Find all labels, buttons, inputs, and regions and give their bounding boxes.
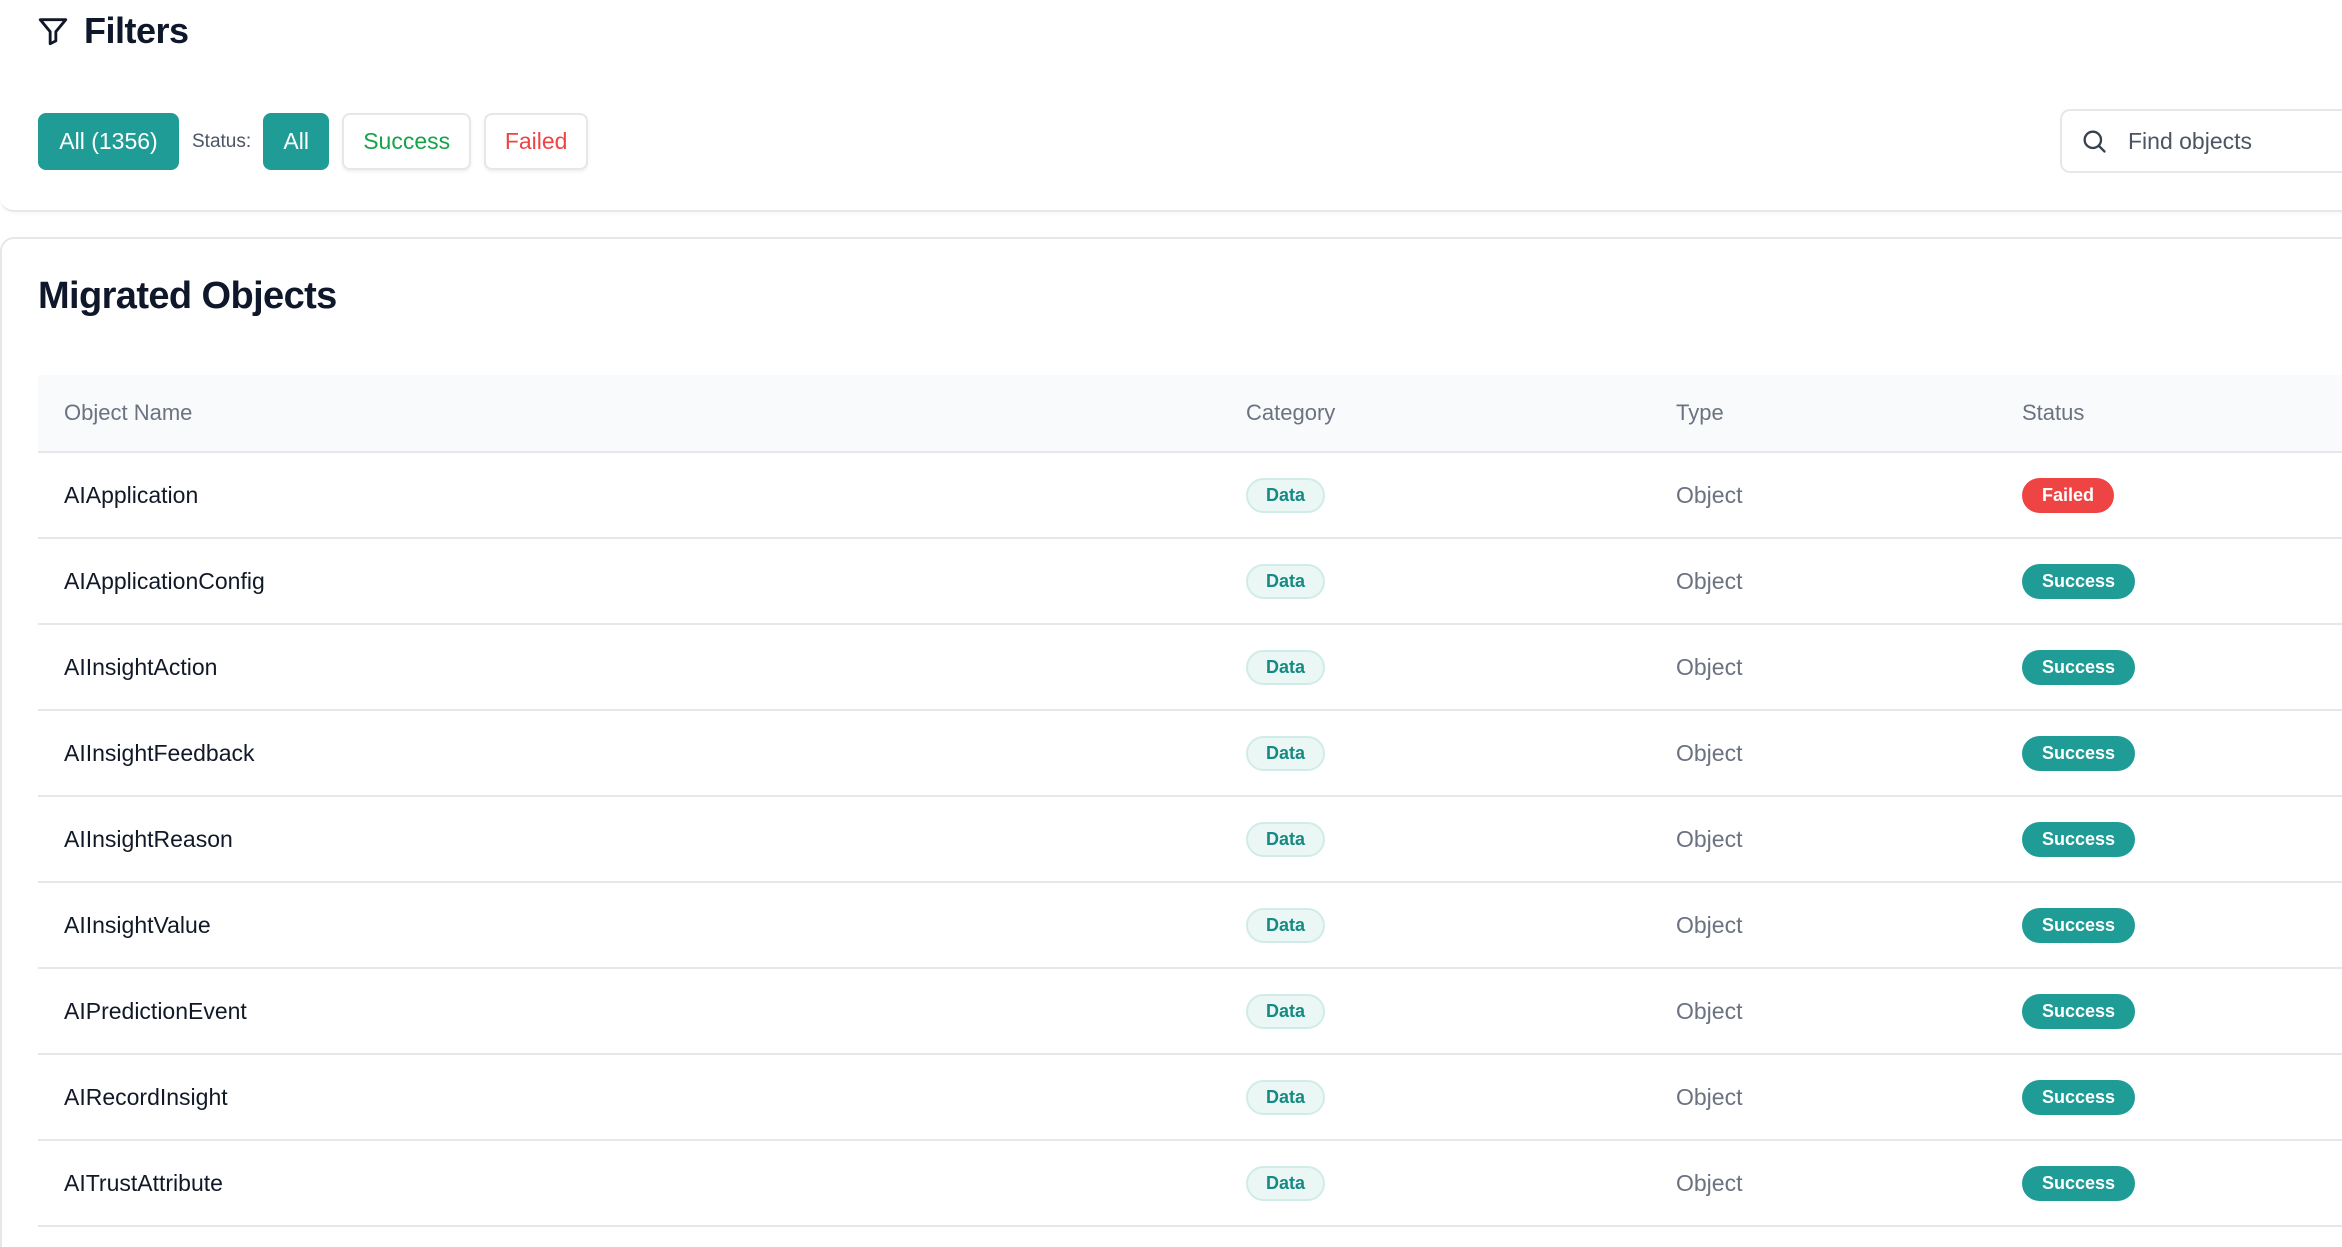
category-badge: Data [1246, 563, 1326, 599]
search-box [2060, 109, 2342, 173]
section-title: Migrated Objects [38, 275, 337, 317]
filters-title: Filters [84, 10, 189, 51]
object-name-cell: AIInsightFeedback [38, 710, 1246, 797]
column-header-status[interactable]: Status [2022, 375, 2342, 453]
category-badge: Data [1246, 993, 1326, 1029]
migrated-objects-panel: Migrated Objects Object Name Category Ty… [0, 237, 2342, 1247]
status-badge-success: Success [2022, 1079, 2136, 1115]
category-badge: Data [1246, 821, 1326, 857]
status-failed-button[interactable]: Failed [484, 113, 589, 170]
object-name-cell: AIInsightReason [38, 796, 1246, 883]
object-name-cell: AITrustAttribute [38, 1140, 1246, 1227]
status-badge-success: Success [2022, 993, 2136, 1029]
table-header-row: Object Name Category Type Status [38, 375, 2342, 453]
object-name-cell: AIRecordInsight [38, 1054, 1246, 1141]
table-row[interactable]: AIInsightValue Data Object Success [38, 882, 2342, 969]
status-badge-failed: Failed [2022, 477, 2115, 513]
filter-bar: All (1356) Status: All Success Failed [38, 113, 589, 170]
type-cell: Object [1676, 1054, 2022, 1141]
object-name-cell: AIPredictionEvent [38, 968, 1246, 1055]
category-badge: Data [1246, 735, 1326, 771]
filter-icon [38, 18, 68, 46]
status-badge-success: Success [2022, 649, 2136, 685]
search-input[interactable] [2126, 126, 2342, 156]
object-name-cell: AIInsightAction [38, 624, 1246, 711]
object-name-cell: AIApplicationConfig [38, 538, 1246, 625]
table-row[interactable]: AIInsightFeedback Data Object Success [38, 710, 2342, 797]
table-row[interactable]: AIApplicationConfig Data Object Success [38, 538, 2342, 625]
column-header-type[interactable]: Type [1676, 375, 2022, 453]
column-header-object-name[interactable]: Object Name [38, 375, 1246, 453]
objects-table: Object Name Category Type Status AIAppli… [38, 375, 2342, 1227]
table-row[interactable]: AIRecordInsight Data Object Success [38, 1054, 2342, 1141]
status-badge-success: Success [2022, 1165, 2136, 1201]
type-cell: Object [1676, 624, 2022, 711]
type-cell: Object [1676, 968, 2022, 1055]
category-badge: Data [1246, 907, 1326, 943]
type-cell: Object [1676, 538, 2022, 625]
category-badge: Data [1246, 1165, 1326, 1201]
type-cell: Object [1676, 452, 2022, 539]
table-row[interactable]: AIApplication Data Object Failed [38, 452, 2342, 539]
filters-header: Filters [36, 10, 189, 52]
type-cell: Object [1676, 882, 2022, 969]
status-all-button[interactable]: All [263, 113, 330, 170]
search-icon [2083, 130, 2106, 153]
object-name-cell: AIApplication [38, 452, 1246, 539]
table-row[interactable]: AIInsightReason Data Object Success [38, 796, 2342, 883]
category-badge: Data [1246, 1079, 1326, 1115]
object-name-cell: AIInsightValue [38, 882, 1246, 969]
category-badge: Data [1246, 649, 1326, 685]
column-header-category[interactable]: Category [1246, 375, 1676, 453]
type-cell: Object [1676, 796, 2022, 883]
table-row[interactable]: AITrustAttribute Data Object Success [38, 1140, 2342, 1227]
filters-panel: Filters All (1356) Status: All Success F… [0, 0, 2342, 212]
type-cell: Object [1676, 1140, 2022, 1227]
status-badge-success: Success [2022, 907, 2136, 943]
status-badge-success: Success [2022, 563, 2136, 599]
status-badge-success: Success [2022, 821, 2136, 857]
objects-table-container: Object Name Category Type Status AIAppli… [38, 375, 2342, 1227]
status-label: Status: [192, 130, 252, 152]
table-row[interactable]: AIInsightAction Data Object Success [38, 624, 2342, 711]
table-row[interactable]: AIPredictionEvent Data Object Success [38, 968, 2342, 1055]
status-badge-success: Success [2022, 735, 2136, 771]
all-objects-filter-button[interactable]: All (1356) [38, 113, 179, 170]
type-cell: Object [1676, 710, 2022, 797]
category-badge: Data [1246, 477, 1326, 513]
status-success-button[interactable]: Success [342, 113, 472, 170]
